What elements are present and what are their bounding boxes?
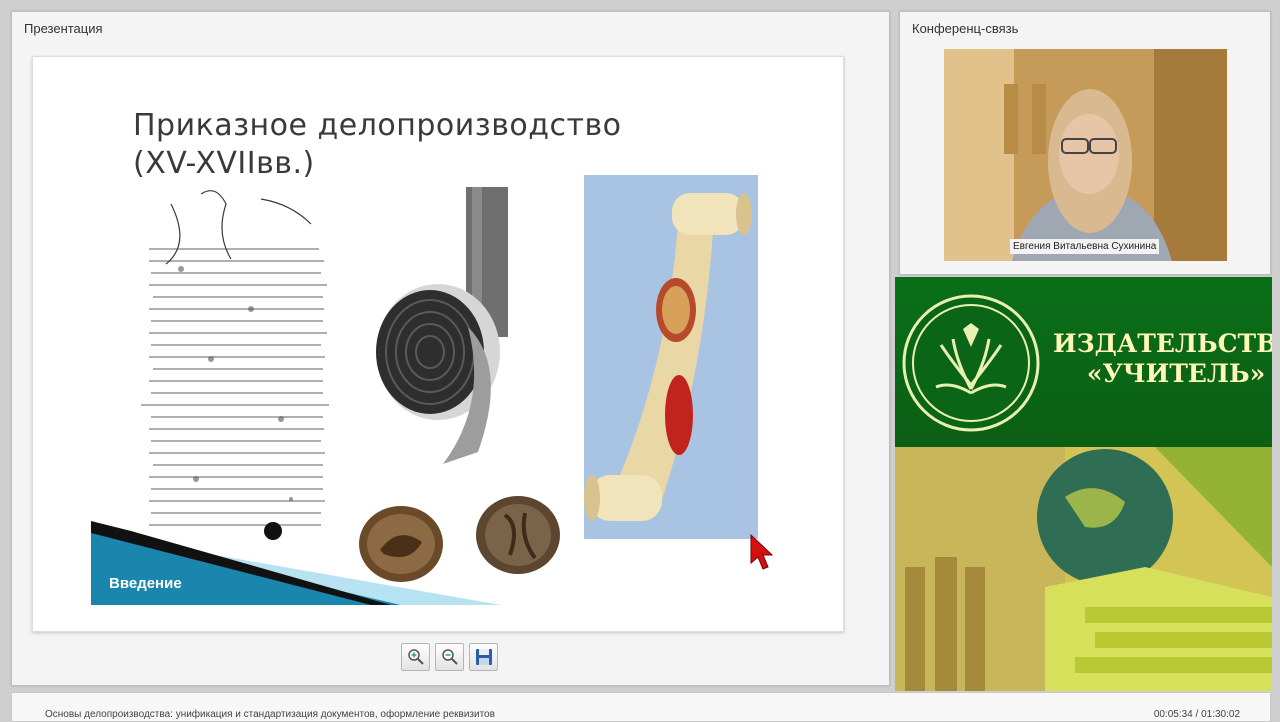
slide-section-banner <box>91 521 501 605</box>
floppy-disk-icon <box>475 649 492 665</box>
save-button[interactable] <box>469 643 498 671</box>
speaker-video[interactable]: Евгения Витальевна Сухинина <box>944 49 1227 261</box>
playback-time: 00:05:34 / 01:30:02 <box>1153 709 1240 720</box>
publisher-name-line1: ИЗДАТЕЛЬСТВО <box>1053 329 1272 358</box>
books-globe-illustration <box>895 447 1272 691</box>
presentation-panel-title: Презентация <box>24 21 103 36</box>
books-globe-image <box>895 447 1272 691</box>
status-bar: Основы делопроизводства: унификация и ст… <box>11 692 1271 722</box>
illuminated-scroll-image <box>584 175 758 539</box>
presentation-slide: Приказное делопроизводство (XV-XVIIвв.) <box>32 56 844 632</box>
publisher-promo: ИЗДАТЕЛЬСТВО «УЧИТЕЛЬ» <box>895 277 1272 691</box>
presentation-panel: Презентация Приказное делопроизводство (… <box>11 11 890 686</box>
publisher-name-line2: «УЧИТЕЛЬ» <box>1086 359 1266 388</box>
speaker-name-label: Евгения Витальевна Сухинина <box>1010 239 1160 254</box>
course-title: Основы делопроизводства: унификация и ст… <box>45 709 495 720</box>
zoom-out-icon <box>441 649 458 665</box>
slide-title-line2: (XV-XVIIвв.) <box>133 146 315 181</box>
slide-title: Приказное делопроизводство (XV-XVIIвв.) <box>133 107 622 183</box>
zoom-in-button[interactable] <box>401 643 430 671</box>
slide-section-label: Введение <box>109 575 182 592</box>
conference-panel-title: Конференц-связь <box>912 21 1019 36</box>
slide-title-line1: Приказное делопроизводство <box>133 108 622 143</box>
publisher-name: ИЗДАТЕЛЬСТВО «УЧИТЕЛЬ» <box>1053 329 1272 389</box>
slide-toolbar <box>401 643 498 671</box>
conference-panel: Конференц-связь Евгения Витальевна Сухин… <box>899 11 1271 275</box>
speaker-video-image <box>944 49 1227 261</box>
mouse-cursor-icon <box>750 533 774 570</box>
publisher-logo-icon <box>902 294 1040 432</box>
zoom-in-icon <box>407 649 424 665</box>
manuscript-image <box>141 179 331 554</box>
scroll-roll-image <box>376 187 508 464</box>
zoom-out-button[interactable] <box>435 643 464 671</box>
publisher-banner: ИЗДАТЕЛЬСТВО «УЧИТЕЛЬ» <box>895 277 1272 447</box>
